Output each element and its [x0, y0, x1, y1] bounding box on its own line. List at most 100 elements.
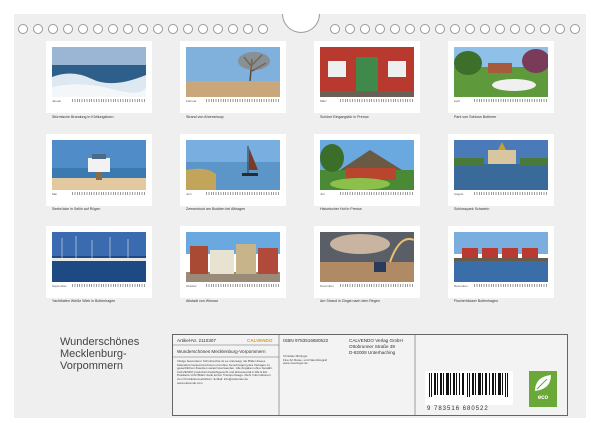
binding-ring	[465, 24, 475, 34]
month-thumbnail: Dezember	[448, 226, 554, 298]
month-label: Januar	[52, 99, 62, 103]
month-thumbnail: Februar	[180, 41, 286, 113]
month-thumbnail: April	[448, 41, 554, 113]
binding-ring	[228, 24, 238, 34]
month-thumbnail: Januar	[46, 41, 152, 113]
day-grid	[72, 192, 146, 195]
eco-badge: eco	[529, 371, 557, 407]
binding-ring	[213, 24, 223, 34]
binding-ring	[570, 24, 580, 34]
binding-ring	[510, 24, 520, 34]
month-thumbnail: September	[46, 226, 152, 298]
photo-fisher-houses	[454, 232, 548, 282]
binding-ring	[33, 24, 43, 34]
photo-caption: Strand von Ahrenshoop	[186, 115, 224, 119]
binding-ring	[540, 24, 550, 34]
month-label: Juli	[320, 192, 325, 196]
legal-notice: Infolge besonderer Schutzrechte ist es u…	[177, 359, 273, 385]
imprint-box: Artikel-Nr. 2110307 CALVENDO Wunderschön…	[172, 334, 568, 416]
barcode	[425, 371, 513, 405]
publisher-address: CALVENDO Verlag GmbH Ottobrunner Straße …	[349, 338, 403, 356]
binding-ring	[435, 24, 445, 34]
month-label: Juni	[186, 192, 192, 196]
photo-caption: Schlosspark Schwerin	[454, 207, 490, 211]
month-thumbnail: Mai	[46, 134, 152, 206]
binding-ring	[420, 24, 430, 34]
binding-ring	[93, 24, 103, 34]
photo-green-door	[320, 47, 414, 97]
binding-ring	[63, 24, 73, 34]
photo-surf	[52, 47, 146, 97]
month-thumbnail: Juni	[180, 134, 286, 206]
isbn: ISBN 9783516680522	[283, 338, 329, 343]
title-line: Wunderschönes	[60, 336, 140, 348]
day-grid	[340, 192, 414, 195]
binding-ring	[450, 24, 460, 34]
eco-label: eco	[537, 395, 549, 401]
photo-wismar-old-town	[186, 232, 280, 282]
month-label: Dezember	[454, 284, 468, 288]
day-grid	[206, 192, 280, 195]
binding-ring	[495, 24, 505, 34]
title-line: Mecklenburg-	[60, 348, 127, 360]
binding-ring	[18, 24, 28, 34]
photo-beach-tree	[186, 47, 280, 97]
day-grid	[474, 99, 548, 102]
binding-ring	[138, 24, 148, 34]
month-thumbnail: August	[448, 134, 554, 206]
month-thumbnail: März	[314, 41, 420, 113]
photo-schwerin-castle	[454, 140, 548, 190]
month-thumbnail: November	[314, 226, 420, 298]
author-info: Christian Müringer Fine Art Reise- und N…	[283, 354, 343, 366]
binding-ring	[243, 24, 253, 34]
article-number: Artikel-Nr. 2110307	[177, 338, 216, 343]
leaf-icon	[535, 375, 551, 391]
binding-ring	[78, 24, 88, 34]
calendar-name: Wunderschönes Mecklenburg-Vorpommern	[177, 349, 266, 354]
photo-caption: Zeesenboot am Bodden bei Althagen	[186, 207, 246, 211]
photo-caption: Seebrücke in Sellin auf Rügen	[52, 207, 101, 211]
day-grid	[474, 192, 548, 195]
photo-caption: Altstadt von Wismar	[186, 299, 218, 303]
day-grid	[72, 284, 146, 287]
day-grid	[206, 99, 280, 102]
month-label: November	[320, 284, 334, 288]
binding-ring	[153, 24, 163, 34]
binding-ring	[108, 24, 118, 34]
brand-logo: CALVENDO	[247, 338, 273, 343]
binding-ring	[183, 24, 193, 34]
photo-caption: Stürmische Brandung in Kühlungsborn	[52, 115, 114, 119]
day-grid	[340, 99, 414, 102]
photo-thatched-house	[320, 140, 414, 190]
binding-ring	[345, 24, 355, 34]
day-grid	[206, 284, 280, 287]
month-label: September	[52, 284, 67, 288]
day-grid	[474, 284, 548, 287]
binding-ring	[480, 24, 490, 34]
photo-caption: Park von Schloss Bothmer	[454, 115, 497, 119]
calendar-title: Wunderschönes Mecklenburg- Vorpommern	[60, 336, 139, 372]
month-thumbnail: Oktober	[180, 226, 286, 298]
binding-ring	[555, 24, 565, 34]
publisher-city: D-82008 Unterhaching	[349, 350, 396, 355]
photo-castle-park	[454, 47, 548, 97]
author-website: www.mueringer.de	[283, 361, 308, 366]
photo-caption: Historischer Hof in Prerow	[320, 207, 362, 211]
day-grid	[72, 99, 146, 102]
binding-ring	[330, 24, 340, 34]
day-grid	[340, 284, 414, 287]
photo-caption: Fischerhäuser Boltenhagen	[454, 299, 498, 303]
photo-rainbow-beach	[320, 232, 414, 282]
barcode-digits: 9 783516 680522	[427, 406, 489, 412]
binding-ring	[525, 24, 535, 34]
binding-ring	[405, 24, 415, 34]
month-label: Mai	[52, 192, 57, 196]
month-label: April	[454, 99, 461, 103]
binding-ring	[375, 24, 385, 34]
month-label: Oktober	[186, 284, 197, 288]
title-line: Vorpommern	[60, 360, 123, 372]
month-label: August	[454, 192, 464, 196]
calendar-back-cover: Januar Stürmische Brandung in Kühlungsbo…	[14, 14, 586, 418]
photo-sailboat	[186, 140, 280, 190]
binding-ring	[360, 24, 370, 34]
